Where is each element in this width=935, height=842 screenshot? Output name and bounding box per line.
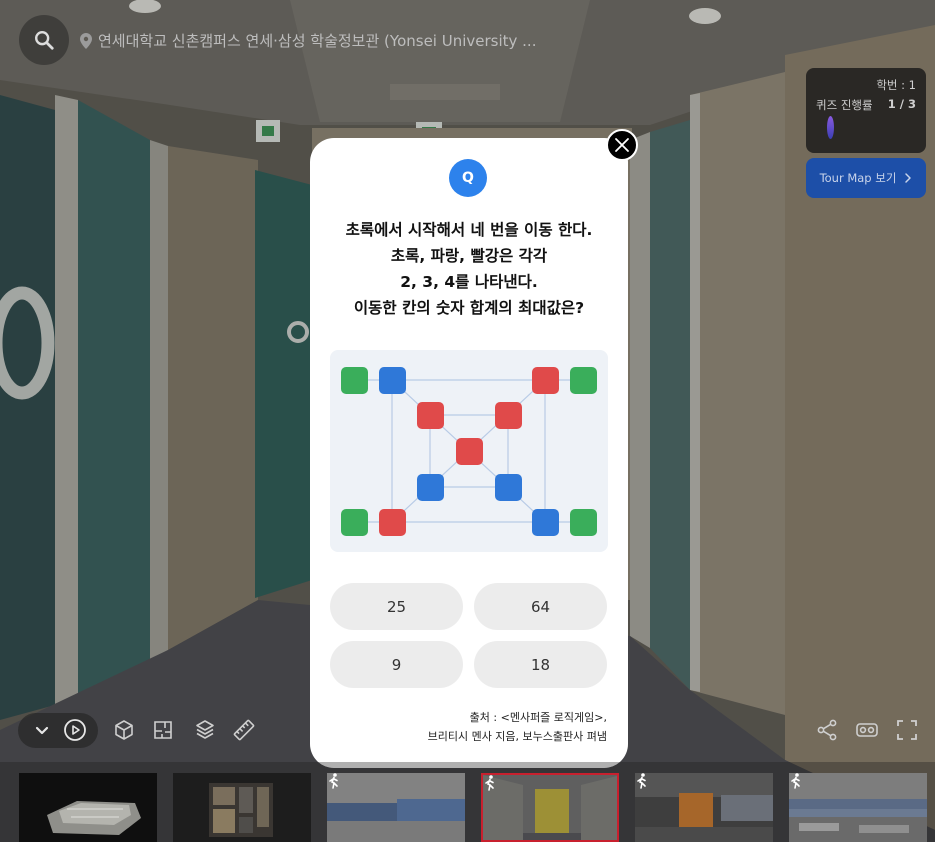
answer-button-4[interactable]: 18 — [474, 641, 607, 688]
puzzle-node-red — [378, 508, 406, 536]
thumbnail-4[interactable] — [481, 773, 619, 842]
floorplan-icon[interactable] — [151, 718, 175, 742]
thumbnail-1[interactable] — [19, 773, 157, 842]
question-line: 2, 3, 4를 나타낸다. — [400, 273, 538, 291]
chevron-right-icon — [905, 173, 912, 183]
walk-icon — [791, 773, 800, 789]
puzzle-node-red — [494, 401, 522, 429]
quiz-gem-icon — [827, 116, 834, 139]
thumbnail-5[interactable] — [635, 773, 773, 842]
answer-button-2[interactable]: 64 — [474, 583, 607, 630]
thumbnail-6[interactable] — [789, 773, 927, 842]
location-title[interactable]: 연세대학교 신촌캠퍼스 연세·삼성 학술정보관 (Yonsei Universi… — [98, 31, 536, 51]
quiz-status-panel: 학번 : 1 퀴즈 진행률 1 / 3 — [806, 68, 926, 153]
tour-map-button[interactable]: Tour Map 보기 — [806, 158, 926, 198]
quiz-progress-label: 퀴즈 진행률 — [816, 98, 873, 112]
quiz-progress: 퀴즈 진행률 1 / 3 — [816, 97, 916, 113]
puzzle-node-blue — [531, 508, 559, 536]
question-line: 이동한 칸의 숫자 합계의 최대값은? — [353, 299, 585, 317]
share-icon[interactable] — [815, 718, 839, 742]
puzzle-node-green — [569, 508, 597, 536]
measure-icon[interactable] — [232, 718, 256, 742]
chevron-down-icon[interactable] — [34, 722, 50, 738]
source-line: 브리티시 멘사 지음, 보누스출판사 펴냄 — [427, 730, 607, 743]
puzzle-node-green — [340, 508, 368, 536]
puzzle-node-red — [416, 401, 444, 429]
layers-icon[interactable] — [193, 718, 217, 742]
playback-controls — [18, 713, 98, 748]
puzzle-node-blue — [416, 473, 444, 501]
location-pin-icon — [80, 33, 92, 49]
thumbnail-2[interactable] — [173, 773, 311, 842]
panorama-thumbnail-image — [789, 773, 927, 833]
panorama-thumbnail-image — [635, 773, 773, 842]
panorama-thumbnail-image — [483, 775, 617, 840]
close-button[interactable] — [606, 129, 638, 161]
puzzle-node-blue — [494, 473, 522, 501]
puzzle-node-red — [455, 437, 483, 465]
quiz-badge: Q — [449, 159, 487, 197]
student-id: 학번 : 1 — [876, 78, 916, 92]
dollhouse-icon[interactable] — [112, 718, 136, 742]
thumbnail-3[interactable] — [327, 773, 465, 842]
puzzle-node-green — [340, 366, 368, 394]
close-icon — [615, 138, 629, 152]
walk-icon — [637, 773, 646, 789]
walk-icon — [329, 773, 338, 789]
fullscreen-icon[interactable] — [895, 718, 919, 742]
answer-button-3[interactable]: 9 — [330, 641, 463, 688]
vr-icon[interactable] — [855, 718, 879, 742]
puzzle-node-blue — [378, 366, 406, 394]
quiz-source: 출처 : <멘사퍼즐 로직게임>, 브리티시 멘사 지음, 보누스출판사 펴냄 — [428, 708, 607, 746]
tour-map-button-label: Tour Map 보기 — [819, 171, 897, 185]
search-button[interactable] — [19, 15, 69, 65]
walk-icon — [485, 775, 494, 791]
quiz-progress-value: 1 / 3 — [887, 97, 916, 111]
play-icon[interactable] — [63, 718, 87, 742]
search-icon — [35, 31, 54, 50]
source-line: 출처 : <멘사퍼즐 로직게임>, — [469, 711, 607, 724]
quiz-modal: Q 초록에서 시작해서 네 번을 이동 한다. 초록, 파랑, 빨강은 각각 2… — [310, 138, 628, 768]
floorplan-thumbnail-image — [209, 783, 273, 837]
puzzle-node-green — [569, 366, 597, 394]
quiz-question: 초록에서 시작해서 네 번을 이동 한다. 초록, 파랑, 빨강은 각각 2, … — [310, 217, 628, 321]
question-line: 초록에서 시작해서 네 번을 이동 한다. — [345, 221, 593, 239]
dollhouse-thumbnail-image — [47, 801, 141, 835]
puzzle-node-red — [531, 366, 559, 394]
panorama-thumbnail-image — [327, 773, 465, 842]
answer-button-1[interactable]: 25 — [330, 583, 463, 630]
puzzle-diagram — [330, 350, 608, 552]
question-line: 초록, 파랑, 빨강은 각각 — [390, 247, 548, 265]
